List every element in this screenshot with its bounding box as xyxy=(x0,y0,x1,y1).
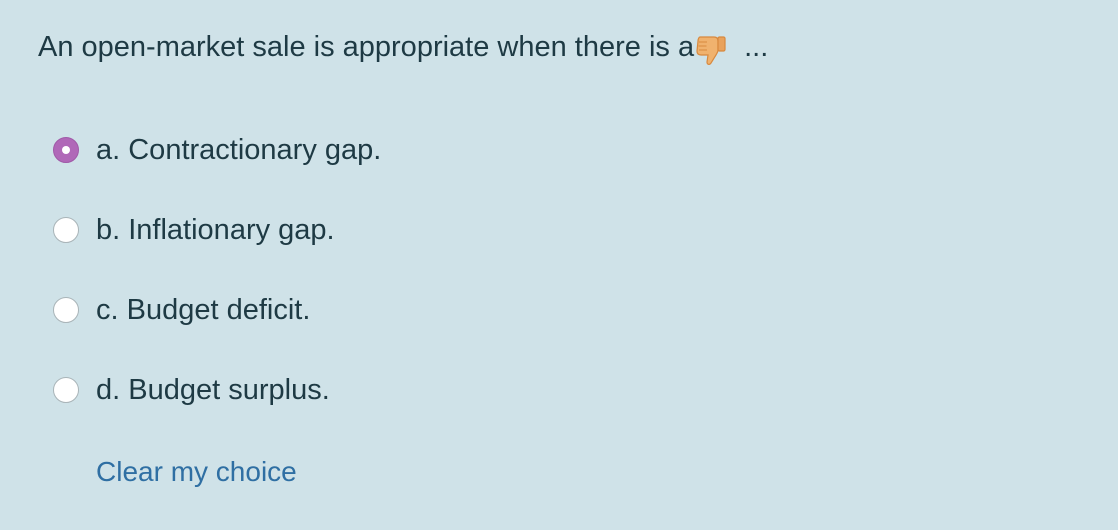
radio-option-a[interactable] xyxy=(53,137,79,163)
question-text: An open-market sale is appropriate when … xyxy=(38,28,768,66)
option-c-label[interactable]: c. Budget deficit. xyxy=(96,294,310,327)
option-d[interactable]: d. Budget surplus. xyxy=(53,370,381,410)
clear-choice-link[interactable]: Clear my choice xyxy=(96,456,297,488)
option-d-label[interactable]: d. Budget surplus. xyxy=(96,374,330,407)
thumbs-down-icon xyxy=(694,31,730,67)
option-c[interactable]: c. Budget deficit. xyxy=(53,290,381,330)
radio-option-d[interactable] xyxy=(53,377,79,403)
radio-option-c[interactable] xyxy=(53,297,79,323)
option-b[interactable]: b. Inflationary gap. xyxy=(53,210,381,250)
option-a-label[interactable]: a. Contractionary gap. xyxy=(96,134,381,167)
question-ellipsis: ... xyxy=(744,31,769,63)
radio-option-b[interactable] xyxy=(53,217,79,243)
question-label: An open-market sale is appropriate when … xyxy=(38,31,695,63)
answer-options: a. Contractionary gap. b. Inflationary g… xyxy=(53,130,381,450)
option-b-label[interactable]: b. Inflationary gap. xyxy=(96,214,335,247)
option-a[interactable]: a. Contractionary gap. xyxy=(53,130,381,170)
